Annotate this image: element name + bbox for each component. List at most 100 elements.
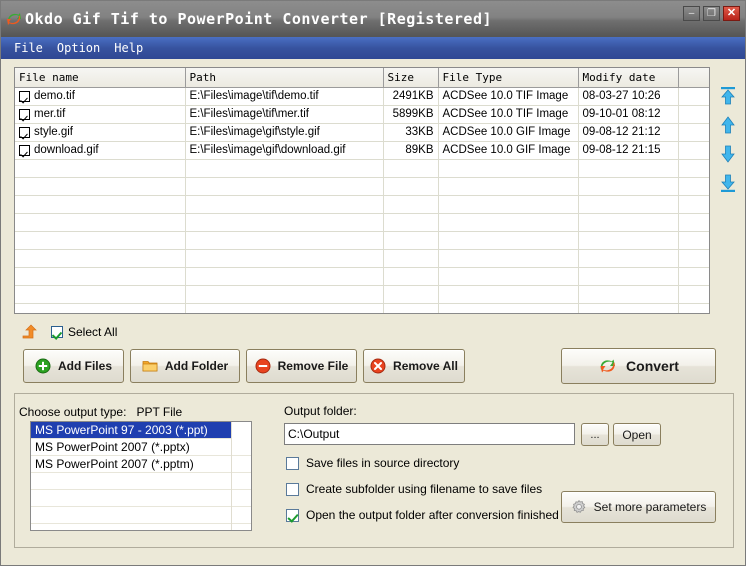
add-folder-button[interactable]: Add Folder xyxy=(130,349,240,383)
minus-circle-red-icon xyxy=(255,358,271,374)
browse-folder-button[interactable]: ... xyxy=(581,423,609,446)
gear-icon xyxy=(571,499,587,515)
option-open-output-folder[interactable]: Open the output folder after conversion … xyxy=(286,508,559,522)
cell-filename[interactable]: demo.tif xyxy=(15,87,185,105)
save-in-source-checkbox[interactable] xyxy=(286,457,299,470)
plus-circle-green-icon xyxy=(35,358,51,374)
row-checkbox[interactable] xyxy=(19,109,30,120)
option-create-subfolder[interactable]: Create subfolder using filename to save … xyxy=(286,482,542,496)
cell-size: 5899KB xyxy=(383,105,438,123)
add-folder-label: Add Folder xyxy=(165,359,228,373)
open-folder-button[interactable]: Open xyxy=(613,423,661,446)
column-header-path[interactable]: Path xyxy=(185,68,383,87)
output-folder-input[interactable] xyxy=(284,423,575,445)
open-output-folder-checkbox[interactable] xyxy=(286,509,299,522)
cell-filetype: ACDSee 10.0 GIF Image xyxy=(438,123,578,141)
file-list[interactable]: File name Path Size File Type Modify dat… xyxy=(14,67,710,314)
create-subfolder-checkbox[interactable] xyxy=(286,483,299,496)
column-header-filetype[interactable]: File Type xyxy=(438,68,578,87)
remove-all-label: Remove All xyxy=(393,359,458,373)
move-down-icon[interactable] xyxy=(718,144,738,164)
column-header-filename[interactable]: File name xyxy=(15,68,185,87)
remove-all-button[interactable]: Remove All xyxy=(363,349,465,383)
output-type-empty-row xyxy=(31,490,251,507)
up-level-folder-icon[interactable] xyxy=(21,323,41,341)
menu-bar: File Option Help xyxy=(1,37,745,59)
move-to-top-icon[interactable] xyxy=(718,86,738,106)
remove-file-button[interactable]: Remove File xyxy=(246,349,357,383)
title-bar: Okdo Gif Tif to PowerPoint Converter [Re… xyxy=(1,1,745,37)
row-checkbox[interactable] xyxy=(19,91,30,102)
output-folder-label: Output folder: xyxy=(284,404,357,418)
table-empty-row xyxy=(15,285,709,303)
order-buttons xyxy=(715,86,741,193)
file-table: File name Path Size File Type Modify dat… xyxy=(15,68,710,314)
menu-item-help[interactable]: Help xyxy=(107,39,150,57)
remove-file-label: Remove File xyxy=(278,359,349,373)
table-row[interactable]: demo.tif E:\Files\image\tif\demo.tif2491K… xyxy=(15,87,709,105)
output-type-label-text: Choose output type: xyxy=(19,405,126,419)
output-type-option[interactable]: MS PowerPoint 97 - 2003 (*.ppt) xyxy=(31,422,232,439)
cell-path: E:\Files\image\tif\demo.tif xyxy=(185,87,383,105)
file-name-text: demo.tif xyxy=(34,90,75,102)
output-type-label: Choose output type: PPT File xyxy=(19,405,182,419)
cell-path: E:\Files\image\gif\download.gif xyxy=(185,141,383,159)
add-files-button[interactable]: Add Files xyxy=(23,349,124,383)
cell-extra xyxy=(678,87,709,105)
table-row[interactable]: download.gif E:\Files\image\gif\download.… xyxy=(15,141,709,159)
move-up-icon[interactable] xyxy=(718,115,738,135)
cell-filename[interactable]: mer.tif xyxy=(15,105,185,123)
select-all-row: Select All xyxy=(21,323,117,341)
move-to-bottom-icon[interactable] xyxy=(718,173,738,193)
folder-orange-icon xyxy=(142,358,158,374)
file-name-text: mer.tif xyxy=(34,108,65,120)
maximize-button[interactable]: ❐ xyxy=(703,6,720,21)
cell-filename[interactable]: style.gif xyxy=(15,123,185,141)
table-empty-row xyxy=(15,231,709,249)
column-header-size[interactable]: Size xyxy=(383,68,438,87)
cell-size: 2491KB xyxy=(383,87,438,105)
option-label-3: Open the output folder after conversion … xyxy=(306,508,559,522)
menu-item-option[interactable]: Option xyxy=(50,39,107,57)
table-empty-row xyxy=(15,249,709,267)
option-save-in-source-directory[interactable]: Save files in source directory xyxy=(286,456,459,470)
table-empty-row xyxy=(15,267,709,285)
minimize-button[interactable]: – xyxy=(683,6,700,21)
cell-filetype: ACDSee 10.0 GIF Image xyxy=(438,141,578,159)
convert-button[interactable]: Convert xyxy=(561,348,716,384)
set-more-parameters-label: Set more parameters xyxy=(594,500,707,514)
select-all-label: Select All xyxy=(68,325,117,339)
row-checkbox[interactable] xyxy=(19,145,30,156)
cell-filetype: ACDSee 10.0 TIF Image xyxy=(438,105,578,123)
output-type-empty-row xyxy=(31,473,251,490)
cell-filetype: ACDSee 10.0 TIF Image xyxy=(438,87,578,105)
cell-extra xyxy=(678,123,709,141)
output-type-listbox[interactable]: MS PowerPoint 97 - 2003 (*.ppt)MS PowerP… xyxy=(30,421,252,531)
table-empty-row xyxy=(15,177,709,195)
cell-size: 89KB xyxy=(383,141,438,159)
convert-swirl-icon xyxy=(598,357,618,375)
select-all-checkbox[interactable] xyxy=(51,326,63,338)
column-header-modifydate[interactable]: Modify date xyxy=(578,68,678,87)
close-button[interactable]: ✕ xyxy=(723,6,740,21)
menu-item-file[interactable]: File xyxy=(7,39,50,57)
application-window: Okdo Gif Tif to PowerPoint Converter [Re… xyxy=(0,0,746,566)
output-type-option[interactable]: MS PowerPoint 2007 (*.pptm) xyxy=(31,456,251,473)
option-label-2: Create subfolder using filename to save … xyxy=(306,482,542,496)
cell-filename[interactable]: download.gif xyxy=(15,141,185,159)
add-files-label: Add Files xyxy=(58,359,112,373)
table-row[interactable]: mer.tifE:\Files\image\tif\mer.tif5899KBA… xyxy=(15,105,709,123)
cell-extra xyxy=(678,105,709,123)
output-type-option[interactable]: MS PowerPoint 2007 (*.pptx) xyxy=(31,439,251,456)
file-table-body: demo.tif E:\Files\image\tif\demo.tif2491K… xyxy=(15,87,709,314)
convert-label: Convert xyxy=(626,358,679,374)
row-checkbox[interactable] xyxy=(19,127,30,138)
table-empty-row xyxy=(15,213,709,231)
x-circle-red-icon xyxy=(370,358,386,374)
column-header-extra[interactable] xyxy=(678,68,709,87)
table-row[interactable]: style.gifE:\Files\image\gif\style.gif33K… xyxy=(15,123,709,141)
file-name-text: download.gif xyxy=(34,144,99,156)
cell-size: 33KB xyxy=(383,123,438,141)
set-more-parameters-button[interactable]: Set more parameters xyxy=(561,491,716,523)
output-type-empty-row xyxy=(31,524,251,531)
